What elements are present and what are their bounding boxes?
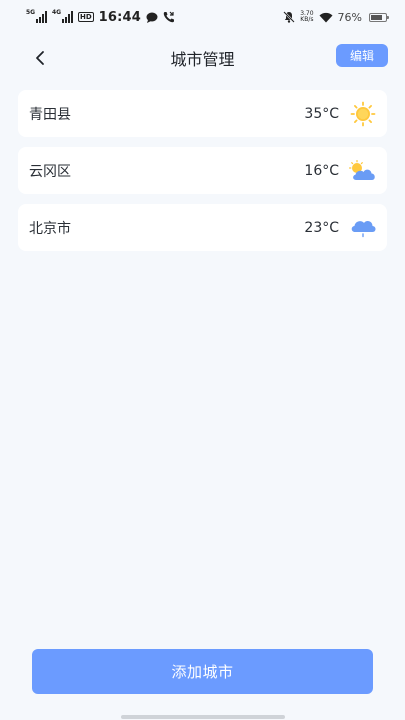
status-bar-right: 3.70 KB/s 76%: [283, 10, 389, 24]
city-list: 青田县 35°C 云冈区 16°C 北京市 23°C: [18, 90, 387, 261]
partly-cloudy-icon: [349, 159, 377, 183]
city-name: 云冈区: [29, 163, 71, 180]
city-card[interactable]: 云冈区 16°C: [18, 147, 387, 194]
message-icon: [146, 12, 158, 23]
city-name: 北京市: [29, 220, 71, 237]
missed-call-icon: [163, 11, 175, 23]
edit-button[interactable]: 编辑: [336, 44, 388, 67]
header: 城市管理 编辑: [0, 38, 405, 76]
wifi-icon: [319, 12, 333, 22]
city-temperature: 23°C: [304, 219, 339, 236]
network-speed-unit: KB/s: [300, 16, 314, 23]
battery-percent: 76%: [337, 10, 362, 24]
signal-strength-icon: 5G: [26, 9, 47, 23]
mute-bell-icon: [283, 11, 295, 23]
city-weather: 35°C: [304, 101, 377, 126]
network-speed: 3.70 KB/s: [300, 11, 313, 23]
sim1-network-type: 5G: [26, 9, 36, 16]
signal-strength-icon-2: 4G: [52, 9, 73, 23]
city-card[interactable]: 青田县 35°C: [18, 90, 387, 137]
city-name: 青田县: [29, 106, 71, 123]
status-bar-left: 5G 4G HD 16:44: [26, 10, 175, 25]
battery-fill: [371, 14, 382, 20]
hd-voice-badge: HD: [78, 12, 94, 22]
city-weather: 23°C: [304, 216, 377, 240]
city-card[interactable]: 北京市 23°C: [18, 204, 387, 251]
battery-icon: [369, 12, 389, 22]
home-indicator[interactable]: [121, 715, 285, 719]
status-bar: 5G 4G HD 16:44 3.70 KB/s 76%: [0, 0, 405, 34]
city-temperature: 35°C: [304, 105, 339, 122]
sim2-network-type: 4G: [52, 9, 62, 16]
city-temperature: 16°C: [304, 162, 339, 179]
sun-icon: [349, 101, 377, 126]
status-time: 16:44: [98, 9, 142, 25]
add-city-button[interactable]: 添加城市: [32, 649, 373, 694]
city-weather: 16°C: [304, 159, 377, 183]
light-rain-cloud-icon: [349, 216, 377, 240]
